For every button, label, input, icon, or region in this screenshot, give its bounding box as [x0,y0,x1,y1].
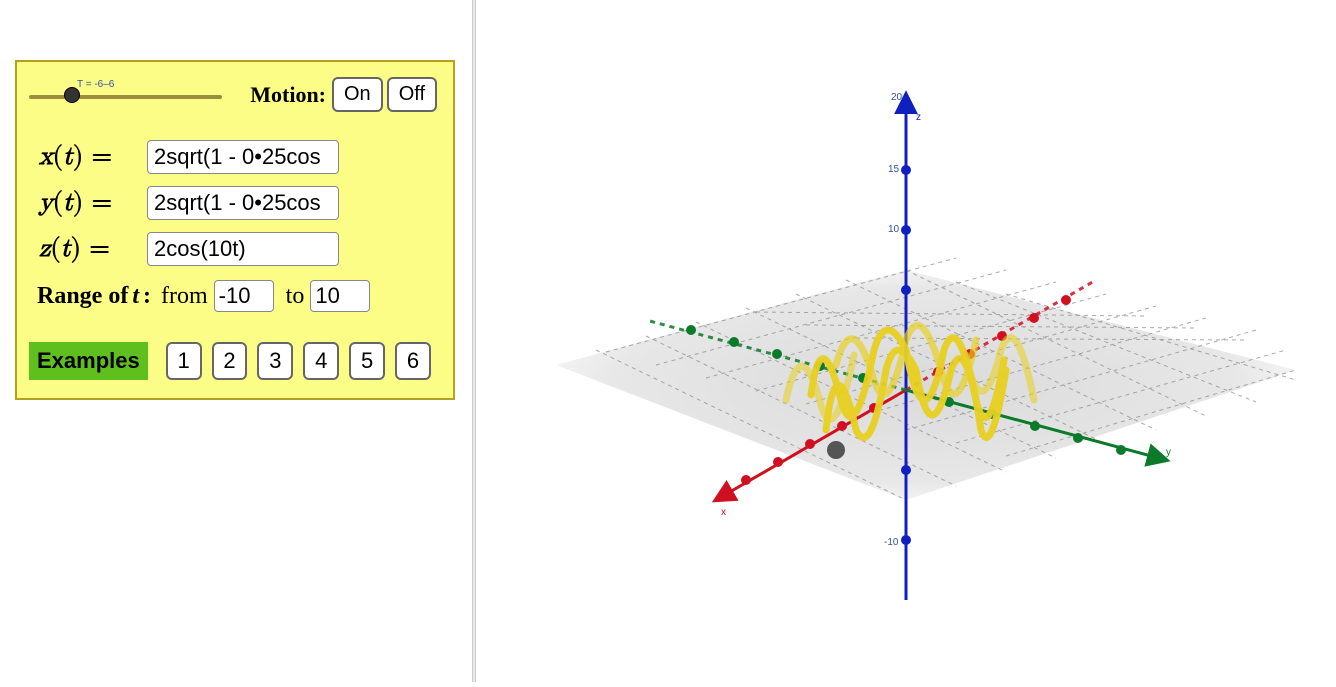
x-axis-label: x [721,507,726,518]
range-from-word: from [161,283,208,310]
svg-text:15: 15 [888,164,900,175]
xy-plane [556,270,1296,500]
svg-text:20: 20 [891,92,903,103]
slider-thumb[interactable] [64,87,80,103]
example-4-button[interactable]: 4 [303,342,339,380]
svg-text:10: 10 [888,224,900,235]
plot-3d[interactable]: 20 15 10 -10 z x [476,0,1336,682]
example-6-button[interactable]: 6 [395,342,431,380]
example-3-button[interactable]: 3 [257,342,293,380]
range-to-input[interactable] [310,280,370,312]
trace-point [827,441,845,459]
svg-text:-10: -10 [884,537,899,548]
range-label: Range of [37,283,128,310]
range-from-input[interactable] [214,280,274,312]
range-var: t [132,283,139,310]
motion-off-button[interactable]: Off [387,77,437,112]
t-slider[interactable]: T = -6–6 [29,93,222,97]
z-axis-label: z [916,112,921,123]
example-2-button[interactable]: 2 [212,342,248,380]
motion-label: Motion: [250,82,326,108]
x-input[interactable] [147,140,339,174]
example-1-button[interactable]: 1 [166,342,202,380]
y-input[interactable] [147,186,339,220]
y-axis-label: y [1166,447,1171,458]
range-to-word: to [286,283,305,310]
y-label: y(t) = [39,188,147,219]
x-label: x(t) = [39,142,147,173]
motion-on-button[interactable]: On [332,77,383,112]
examples-badge: Examples [29,342,148,380]
slider-label: T = -6–6 [77,79,114,90]
z-input[interactable] [147,232,339,266]
example-5-button[interactable]: 5 [349,342,385,380]
3d-viewport[interactable]: 20 15 10 -10 z x [476,0,1336,682]
z-label: z(t) = [39,234,147,265]
control-panel: T = -6–6 Motion: On Off x(t) = y(t) = z(… [15,60,455,400]
